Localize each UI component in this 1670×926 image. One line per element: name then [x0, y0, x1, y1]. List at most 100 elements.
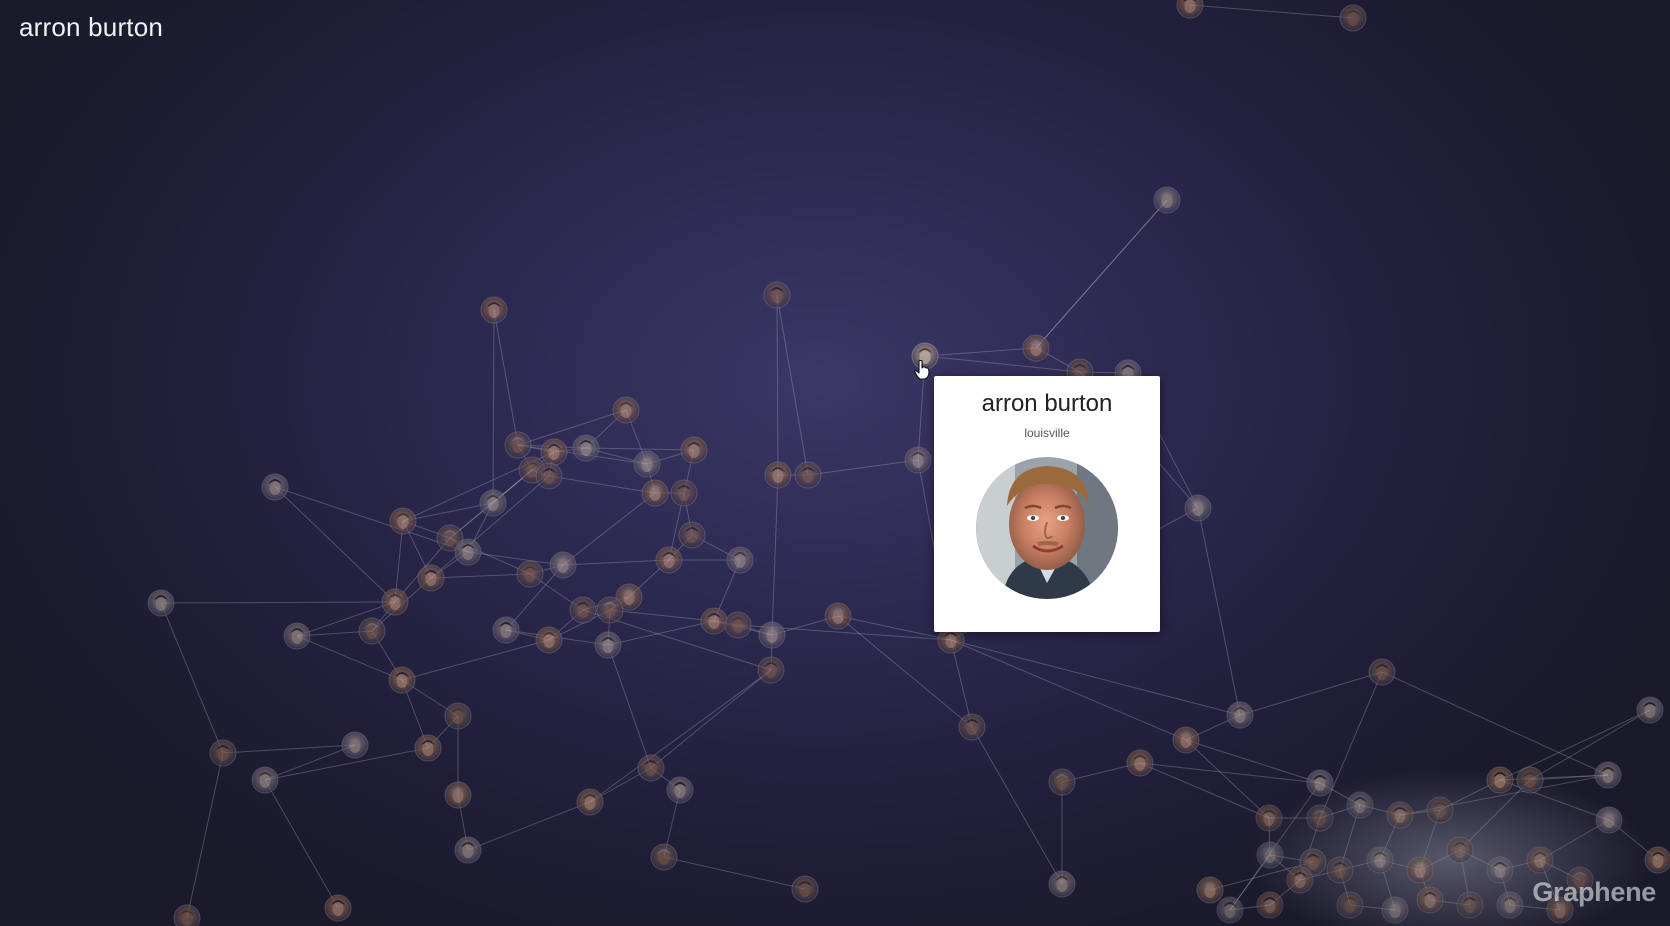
person-node[interactable]: [666, 776, 694, 804]
person-node[interactable]: [251, 766, 279, 794]
person-node[interactable]: [700, 607, 728, 635]
person-node[interactable]: [758, 621, 786, 649]
person-node[interactable]: [1256, 841, 1284, 869]
person-node[interactable]: [504, 431, 532, 459]
person-node[interactable]: [1346, 791, 1374, 819]
person-node[interactable]: [173, 904, 201, 926]
person-node[interactable]: [650, 843, 678, 871]
person-node[interactable]: [791, 875, 819, 903]
person-node[interactable]: [381, 588, 409, 616]
person-node[interactable]: [417, 564, 445, 592]
person-node[interactable]: [596, 596, 624, 624]
graph-edge: [950, 639, 1241, 716]
person-node[interactable]: [454, 836, 482, 864]
person-node[interactable]: [1048, 870, 1076, 898]
person-node[interactable]: [1022, 334, 1050, 362]
person-node[interactable]: [1368, 658, 1396, 686]
person-node[interactable]: [670, 479, 698, 507]
person-node[interactable]: [1516, 766, 1544, 794]
network-graph-view[interactable]: arron burton arron burton louisville Gra…: [0, 0, 1670, 926]
person-node[interactable]: [572, 434, 600, 462]
person-node[interactable]: [1416, 886, 1444, 914]
person-node[interactable]: [1366, 846, 1394, 874]
person-node[interactable]: [480, 296, 508, 324]
person-node[interactable]: [1226, 701, 1254, 729]
person-node[interactable]: [1406, 856, 1434, 884]
person-node[interactable]: [1594, 761, 1622, 789]
person-node[interactable]: [794, 461, 822, 489]
person-node[interactable]: [641, 479, 669, 507]
person-node[interactable]: [1184, 494, 1212, 522]
person-node[interactable]: [637, 754, 665, 782]
person-node[interactable]: [388, 666, 416, 694]
person-node[interactable]: [444, 702, 472, 730]
person-node[interactable]: [1486, 766, 1514, 794]
person-node[interactable]: [1486, 856, 1514, 884]
person-node[interactable]: [1048, 768, 1076, 796]
person-node[interactable]: [1426, 796, 1454, 824]
person-node[interactable]: [147, 589, 175, 617]
person-node[interactable]: [444, 781, 472, 809]
person-node[interactable]: [283, 622, 311, 650]
profile-city: louisville: [1024, 426, 1070, 440]
person-node[interactable]: [757, 656, 785, 684]
person-node[interactable]: [1456, 891, 1484, 919]
person-node[interactable]: [904, 446, 932, 474]
person-node[interactable]: [535, 462, 563, 490]
person-node[interactable]: [1153, 186, 1181, 214]
person-node[interactable]: [341, 731, 369, 759]
person-node[interactable]: [479, 489, 507, 517]
person-node[interactable]: [261, 473, 289, 501]
person-node[interactable]: [1176, 0, 1204, 19]
person-node[interactable]: [1306, 769, 1334, 797]
person-node[interactable]: [540, 438, 568, 466]
person-node[interactable]: [1636, 696, 1664, 724]
graph-edge: [492, 309, 495, 504]
person-node[interactable]: [824, 602, 852, 630]
person-node[interactable]: [324, 894, 352, 922]
person-node[interactable]: [1446, 836, 1474, 864]
person-node[interactable]: [655, 546, 683, 574]
person-node[interactable]: [414, 734, 442, 762]
person-node[interactable]: [1496, 891, 1524, 919]
person-node[interactable]: [680, 436, 708, 464]
person-node[interactable]: [958, 713, 986, 741]
person-node[interactable]: [612, 396, 640, 424]
person-node[interactable]: [1339, 4, 1367, 32]
person-node[interactable]: [1126, 749, 1154, 777]
person-node[interactable]: [516, 560, 544, 588]
person-node[interactable]: [1595, 806, 1623, 834]
person-node[interactable]: [1286, 866, 1314, 894]
person-node[interactable]: [1644, 846, 1670, 874]
network-graph[interactable]: [0, 0, 1670, 926]
person-node[interactable]: [358, 617, 386, 645]
person-node[interactable]: [764, 461, 792, 489]
person-node[interactable]: [1336, 891, 1364, 919]
person-node[interactable]: [535, 626, 563, 654]
person-node[interactable]: [389, 507, 417, 535]
person-node[interactable]: [724, 611, 752, 639]
person-node[interactable]: [1326, 856, 1354, 884]
person-node[interactable]: [726, 546, 754, 574]
person-node[interactable]: [633, 450, 661, 478]
person-node[interactable]: [1386, 801, 1414, 829]
person-node[interactable]: [569, 596, 597, 624]
person-node[interactable]: [1196, 876, 1224, 904]
person-node[interactable]: [1306, 804, 1334, 832]
person-node[interactable]: [576, 788, 604, 816]
person-node[interactable]: [763, 281, 791, 309]
person-node[interactable]: [1256, 891, 1284, 919]
graph-edge: [274, 486, 396, 603]
person-node[interactable]: [492, 616, 520, 644]
person-node[interactable]: [1172, 726, 1200, 754]
person-node[interactable]: [594, 631, 622, 659]
person-node[interactable]: [678, 521, 706, 549]
person-node[interactable]: [1526, 846, 1554, 874]
person-node[interactable]: [1255, 804, 1283, 832]
graph-edge: [222, 744, 356, 754]
person-node[interactable]: [1381, 896, 1409, 924]
person-node[interactable]: [454, 538, 482, 566]
person-node[interactable]: [1216, 896, 1244, 924]
person-node[interactable]: [209, 739, 237, 767]
person-node[interactable]: [549, 551, 577, 579]
